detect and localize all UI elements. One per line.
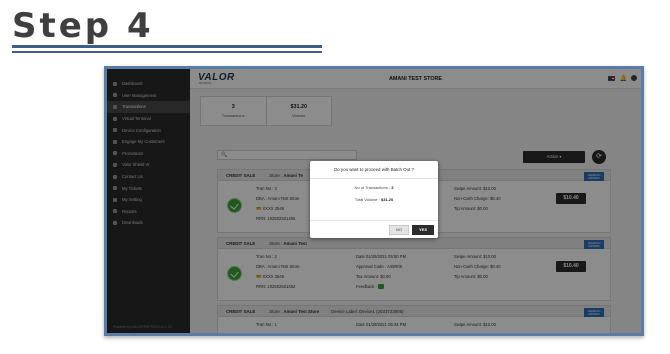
transactions-count-value: 3: [391, 185, 394, 190]
no-button[interactable]: NO: [389, 225, 409, 235]
total-volume-value: $31.20: [381, 197, 394, 202]
total-volume-line: Total Volume : $31.20: [310, 197, 438, 202]
transactions-count-label: No of Transactions :: [354, 185, 391, 190]
total-volume-label: Total Volume :: [354, 197, 380, 202]
heading-rule-top: [12, 45, 322, 48]
dialog-title: Do you want to proceed with Batch Out ?: [310, 161, 438, 179]
heading-rule-bottom: [12, 51, 322, 53]
transactions-count-line: No of Transactions : 3: [310, 185, 438, 190]
app-screen: Dashboard User Management Transactions Virt…: [107, 69, 641, 333]
dialog-footer: NO YES: [310, 220, 438, 238]
step-heading: Step 4: [12, 6, 154, 46]
yes-button[interactable]: YES: [412, 225, 434, 235]
batch-out-dialog: Do you want to proceed with Batch Out ? …: [310, 161, 438, 238]
screenshot-frame: Dashboard User Management Transactions Virt…: [104, 66, 644, 336]
